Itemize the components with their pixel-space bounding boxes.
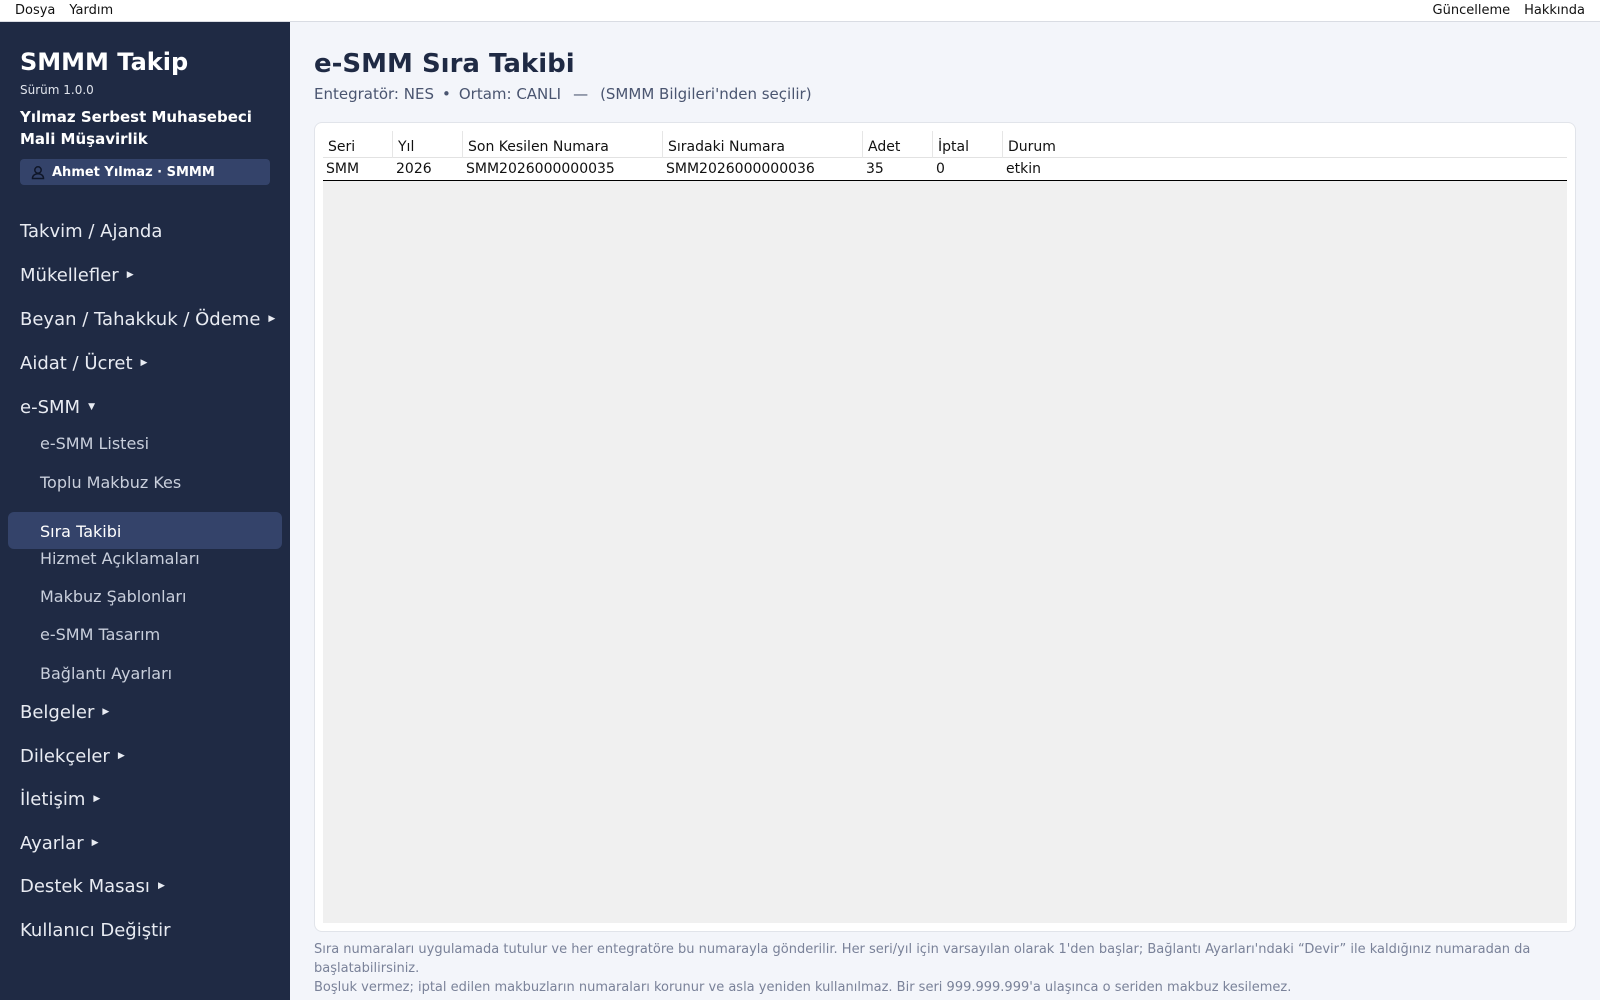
cell-adet: 35 [866,161,884,177]
triangle-right-icon: ▶ [102,707,110,717]
footnote-line-1: Sıra numaraları uygulamada tutulur ve he… [314,942,1531,976]
nav-beyan-label: Beyan / Tahakkuk / Ödeme [20,308,261,330]
page-subtitle: Entegratör: NES • Ortam: CANLI — (SMMM B… [314,85,812,103]
sub-makbuz-sablonlari[interactable]: Makbuz Şablonları [40,584,186,608]
nav-aidat[interactable]: Aidat / Ücret ▶ [20,350,147,376]
sub-toplu-makbuz[interactable]: Toplu Makbuz Kes [40,470,181,494]
nav-iletisim-label: İletişim [20,788,86,810]
nav-mukellefler-label: Mükellefler [20,264,119,286]
nav-dilekceler[interactable]: Dilekçeler ▶ [20,743,125,769]
menu-guncelleme[interactable]: Güncelleme [1426,3,1518,18]
nav-mukellefler[interactable]: Mükellefler ▶ [20,262,134,288]
environment-label: Ortam: CANLI [458,85,562,103]
integrator-label: Entegratör: NES [314,85,434,103]
user-chip[interactable]: Ahmet Yılmaz · SMMM [20,159,270,185]
triangle-right-icon: ▶ [93,794,101,804]
dash-separator: — [573,85,589,103]
bullet-separator: • [441,85,451,103]
footnote-line-2: Boşluk vermez; iptal edilen makbuzların … [314,980,1292,995]
nav-dilekceler-label: Dilekçeler [20,745,110,767]
nav-belgeler-label: Belgeler [20,701,95,723]
col-adet[interactable]: Adet [863,131,933,158]
menu-dosya[interactable]: Dosya [15,3,62,18]
app-title: SMMM Takip [20,48,189,76]
cell-son-kesilen: SMM2026000000035 [466,161,615,177]
sub-esmm-listesi[interactable]: e-SMM Listesi [40,431,149,455]
col-seri[interactable]: Seri [323,131,393,158]
company-name: Yılmaz Serbest Muhasebeci Mali Müşavirli… [20,108,252,148]
sub-esmm-tasarim[interactable]: e-SMM Tasarım [40,622,160,646]
triangle-right-icon: ▶ [91,838,99,848]
col-durum[interactable]: Durum [1003,131,1567,158]
nav-belgeler[interactable]: Belgeler ▶ [20,699,109,725]
source-note: (SMMM Bilgileri'nden seçilir) [600,85,812,103]
sequence-panel: Seri Yıl Son Kesilen Numara Sıradaki Num… [314,122,1576,932]
cell-yil: 2026 [396,161,432,177]
page-title: e-SMM Sıra Takibi [314,49,575,79]
app-version: Sürüm 1.0.0 [20,83,94,97]
nav-destek-label: Destek Masası [20,875,150,897]
cell-seri: SMM [326,161,360,177]
nav-esmm-label: e-SMM [20,396,81,418]
sub-sira-takibi[interactable]: Sıra Takibi [40,519,121,543]
nav-iletisim[interactable]: İletişim ▶ [20,786,100,812]
nav-esmm[interactable]: e-SMM ▼ [20,394,95,420]
main-content: e-SMM Sıra Takibi Entegratör: NES • Orta… [290,22,1600,1000]
col-iptal[interactable]: İptal [933,131,1003,158]
triangle-right-icon: ▶ [140,358,148,368]
triangle-right-icon: ▶ [268,314,276,324]
triangle-right-icon: ▶ [126,270,134,280]
nav-kullanici-label: Kullanıcı Değiştir [20,919,171,941]
triangle-down-icon: ▼ [88,402,95,412]
menu-yardim[interactable]: Yardım [62,3,120,18]
sub-baglanti-ayarlari[interactable]: Bağlantı Ayarları [40,661,172,685]
sidebar: SMMM Takip Sürüm 1.0.0 Yılmaz Serbest Mu… [0,22,290,1000]
nav-kullanici-degistir[interactable]: Kullanıcı Değiştir [20,917,171,943]
nav-aidat-label: Aidat / Ücret [20,352,133,374]
cell-durum: etkin [1006,161,1041,177]
triangle-right-icon: ▶ [117,751,125,761]
triangle-right-icon: ▶ [157,881,165,891]
sequence-table[interactable]: Seri Yıl Son Kesilen Numara Sıradaki Num… [323,131,1567,923]
table-header: Seri Yıl Son Kesilen Numara Sıradaki Num… [323,131,1567,158]
col-siradaki[interactable]: Sıradaki Numara [663,131,863,158]
nav-takvim[interactable]: Takvim / Ajanda [20,218,162,244]
footnote: Sıra numaraları uygulamada tutulur ve he… [314,940,1584,997]
nav-ayarlar-label: Ayarlar [20,832,84,854]
menu-hakkinda[interactable]: Hakkında [1517,3,1585,18]
nav-beyan[interactable]: Beyan / Tahakkuk / Ödeme ▶ [20,306,275,332]
cell-iptal: 0 [936,161,945,177]
nav-takvim-label: Takvim / Ajanda [20,220,163,242]
sub-hizmet-aciklamalari[interactable]: Hizmet Açıklamaları [40,546,200,570]
cell-siradaki: SMM2026000000036 [666,161,815,177]
col-yil[interactable]: Yıl [393,131,463,158]
nav-ayarlar[interactable]: Ayarlar ▶ [20,830,99,856]
col-son-kesilen[interactable]: Son Kesilen Numara [463,131,663,158]
user-name: Ahmet Yılmaz · SMMM [52,164,215,180]
table-row[interactable]: SMM 2026 SMM2026000000035 SMM20260000000… [323,158,1567,181]
menu-bar: Dosya Yardım Güncelleme Hakkında [0,0,1600,22]
user-icon [31,166,45,180]
nav-destek[interactable]: Destek Masası ▶ [20,873,165,899]
